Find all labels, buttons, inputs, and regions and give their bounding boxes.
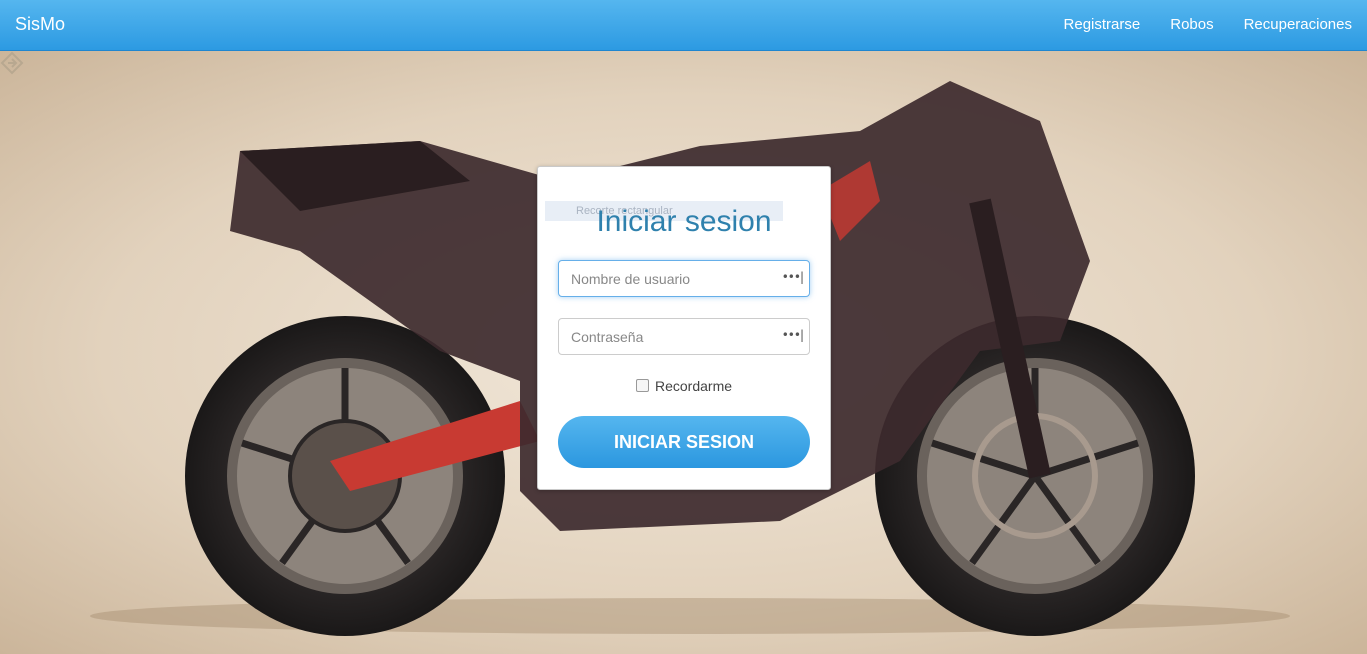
- login-card: Recorte rectangular Iniciar sesion •••| …: [537, 166, 831, 490]
- login-submit-button[interactable]: INICIAR SESION: [558, 416, 810, 468]
- remember-label[interactable]: Recordarme: [655, 378, 732, 394]
- nav-link-recuperaciones[interactable]: Recuperaciones: [1244, 16, 1352, 33]
- nav-link-registrarse[interactable]: Registrarse: [1064, 16, 1141, 33]
- password-field[interactable]: •••|: [558, 318, 810, 355]
- nav-links: Registrarse Robos Recuperaciones: [1064, 16, 1352, 33]
- remember-row: Recordarme: [538, 378, 830, 394]
- watermark-icon: [0, 51, 24, 75]
- password-manager-icon[interactable]: •••|: [782, 328, 804, 342]
- top-navbar: SisMo Registrarse Robos Recuperaciones: [0, 0, 1367, 51]
- remember-checkbox[interactable]: [635, 379, 649, 392]
- login-title: Iniciar sesion: [596, 205, 772, 238]
- brand-link[interactable]: SisMo: [15, 14, 65, 35]
- nav-link-robos[interactable]: Robos: [1170, 16, 1213, 33]
- password-manager-icon[interactable]: •••|: [782, 270, 804, 284]
- password-input[interactable]: [559, 319, 803, 354]
- username-field[interactable]: •••|: [558, 260, 810, 297]
- username-input[interactable]: [559, 261, 803, 296]
